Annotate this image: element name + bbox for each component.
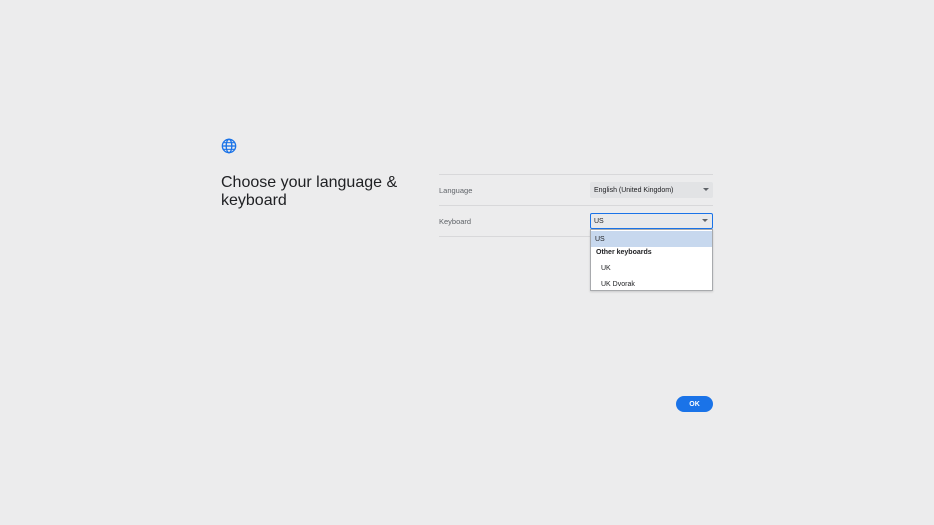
keyboard-option-uk-dvorak[interactable]: UK Dvorak: [591, 277, 712, 291]
option-label: US: [595, 235, 605, 243]
option-label: UK: [601, 264, 611, 272]
settings-list: Language English (United Kingdom) Keyboa…: [439, 174, 713, 237]
globe-icon: [221, 138, 237, 154]
language-select-value: English (United Kingdom): [594, 186, 674, 194]
chevron-down-icon: [703, 188, 709, 191]
language-keyboard-screen: Choose your language & keyboard Language…: [0, 0, 934, 525]
language-select[interactable]: English (United Kingdom): [590, 182, 713, 198]
language-label: Language: [439, 185, 473, 195]
page-title: Choose your language & keyboard: [221, 174, 398, 209]
chevron-down-icon: [702, 219, 708, 222]
language-row: Language English (United Kingdom): [439, 175, 713, 205]
keyboard-option-us[interactable]: US: [591, 231, 712, 247]
keyboard-select-value: US: [594, 217, 604, 225]
keyboard-option-uk[interactable]: UK: [591, 261, 712, 275]
option-group-label: Other keyboards: [596, 249, 652, 256]
keyboard-select[interactable]: US: [590, 213, 713, 229]
keyboard-label: Keyboard: [439, 216, 472, 226]
ok-button[interactable]: OK: [676, 396, 713, 412]
option-label: UK Dvorak: [601, 280, 635, 288]
keyboard-dropdown-list: US Other keyboards UK UK Dvorak: [590, 229, 713, 291]
